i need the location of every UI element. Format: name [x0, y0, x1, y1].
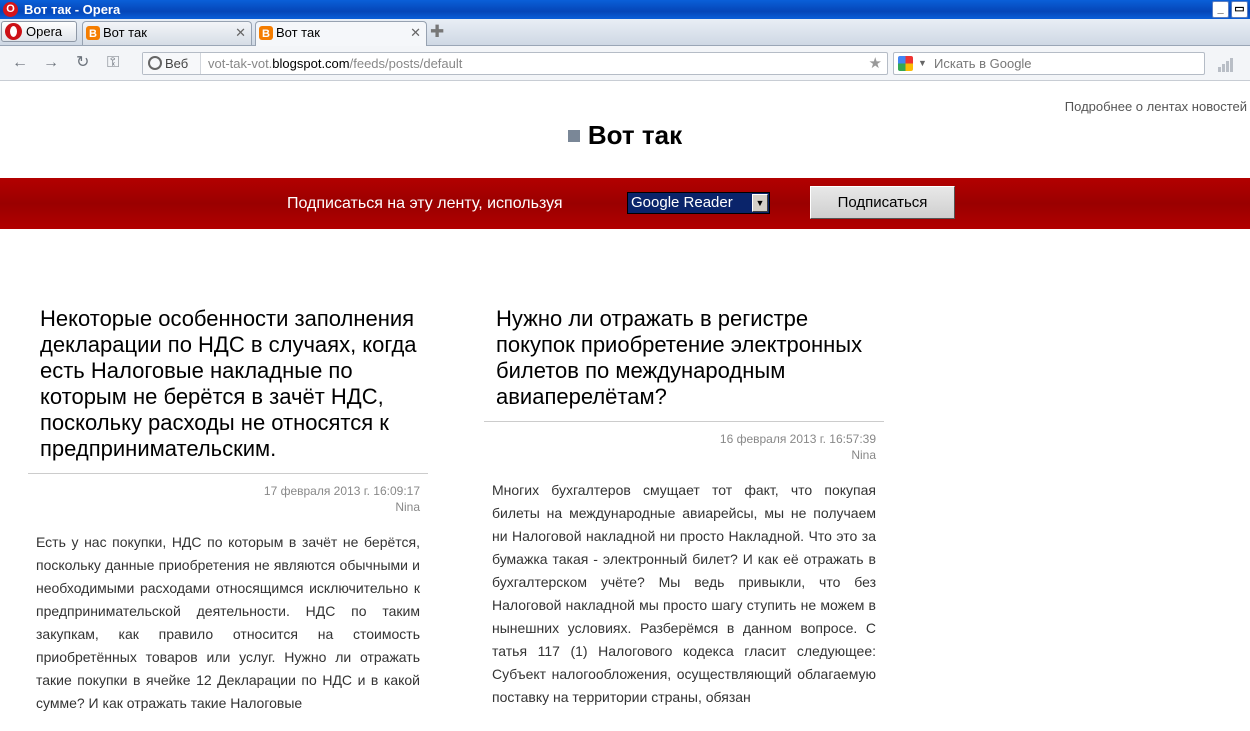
forward-icon[interactable]: →: [43, 54, 59, 72]
opera-menu-label: Opera: [26, 24, 63, 39]
post-author: Nina: [851, 448, 876, 462]
post-date: 17 февраля 2013 г. 16:09:17: [263, 484, 420, 498]
divider: [484, 421, 884, 422]
search-field[interactable]: ▼ Искать в Google: [893, 52, 1205, 75]
post-title[interactable]: Некоторые особенности заполнения деклара…: [28, 306, 428, 462]
search-engine-dropdown-icon[interactable]: ▼: [918, 53, 927, 74]
wand-key-icon[interactable]: ⚿: [107, 54, 119, 72]
post-body: Многих бухгалтеров смущает тот факт, что…: [492, 482, 876, 705]
opera-icon: [5, 23, 22, 40]
new-tab-icon[interactable]: ✚: [430, 23, 444, 41]
feed-title-text: Вот так: [587, 120, 683, 150]
tab-1[interactable]: Вот так ✕: [82, 21, 252, 45]
opera-logo-icon: O: [3, 2, 18, 17]
reload-icon[interactable]: ↻: [76, 54, 89, 72]
address-field[interactable]: Веб vot-tak-vot.blogspot.com/feeds/posts…: [142, 52, 888, 75]
window-title: Вот так - Opera: [24, 2, 121, 17]
subscribe-banner: Подписаться на эту ленту, используя Goog…: [0, 178, 1250, 229]
speed-bars-icon[interactable]: [1218, 56, 1234, 72]
window-titlebar: O Вот так - Opera _ ▭: [0, 0, 1250, 19]
site-info-label: Веб: [165, 56, 189, 71]
back-icon[interactable]: ←: [12, 54, 28, 72]
post-meta: 16 февраля 2013 г. 16:57:39 Nina: [484, 431, 884, 463]
subscribe-button[interactable]: Подписаться: [810, 186, 955, 219]
site-info-badge[interactable]: Веб: [143, 53, 201, 74]
opera-menu-button[interactable]: Opera: [1, 21, 77, 42]
feed-icon: [567, 130, 580, 143]
blogger-favicon-icon: [259, 23, 273, 45]
about-feeds-link[interactable]: Подробнее о лентах новостей: [1065, 99, 1247, 114]
post-body: Есть у нас покупки, НДС по которым в зач…: [36, 534, 420, 711]
tab-label: Вот так: [103, 25, 147, 40]
restore-button[interactable]: ▭: [1231, 1, 1248, 18]
reader-select[interactable]: Google Reader ▼: [627, 192, 770, 214]
feed-page: Подробнее о лентах новостей Вот так Подп…: [0, 82, 1250, 731]
post-meta: 17 февраля 2013 г. 16:09:17 Nina: [28, 483, 428, 515]
search-placeholder: Искать в Google: [934, 56, 1032, 71]
google-icon: [898, 56, 913, 71]
minimize-button[interactable]: _: [1212, 1, 1229, 18]
close-tab-icon[interactable]: ✕: [410, 22, 421, 44]
address-url[interactable]: vot-tak-vot.blogspot.com/feeds/posts/def…: [208, 53, 462, 74]
navigation-bar: ← → ↻ ⚿ Веб vot-tak-vot.blogspot.com/fee…: [0, 46, 1250, 81]
subscribe-label: Подписаться на эту ленту, используя: [287, 195, 563, 212]
blogger-favicon-icon: [86, 23, 100, 45]
post-author: Nina: [395, 500, 420, 514]
globe-icon: [148, 56, 162, 70]
divider: [28, 473, 428, 474]
tab-label: Вот так: [276, 25, 320, 40]
post-entry: Некоторые особенности заполнения деклара…: [28, 306, 428, 715]
close-tab-icon[interactable]: ✕: [235, 22, 246, 44]
post-date: 16 февраля 2013 г. 16:57:39: [719, 432, 876, 446]
tab-2[interactable]: Вот так ✕: [255, 21, 427, 46]
bookmark-star-icon[interactable]: ★: [869, 53, 882, 74]
post-entry: Нужно ли отражать в регистре покупок при…: [484, 306, 884, 709]
feed-title: Вот так: [0, 120, 1250, 151]
select-arrow-icon[interactable]: ▼: [752, 194, 768, 212]
tab-bar: Opera Вот так ✕ Вот так ✕ ✚: [0, 19, 1250, 46]
post-title[interactable]: Нужно ли отражать в регистре покупок при…: [484, 306, 884, 410]
